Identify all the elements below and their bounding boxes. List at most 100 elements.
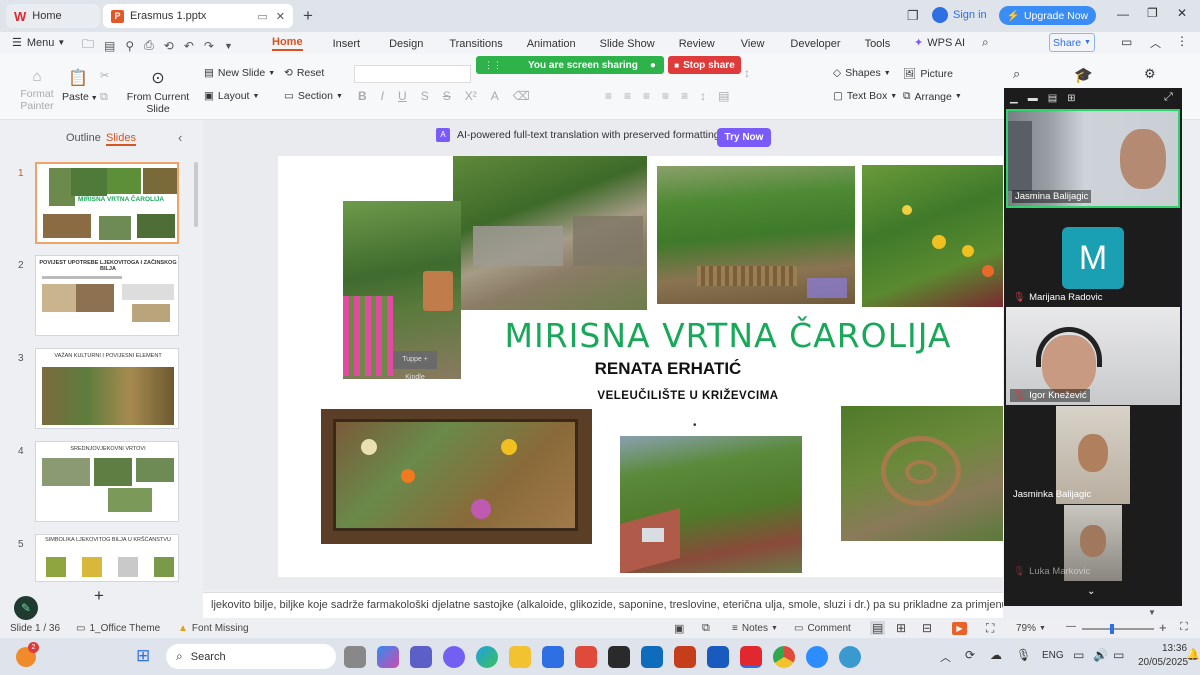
sort-icon[interactable]: ↕ [744, 66, 750, 80]
fit-icon[interactable]: ▣ [674, 622, 684, 635]
gmail-icon[interactable] [575, 646, 597, 668]
sign-in-button[interactable]: Sign in [932, 7, 987, 23]
participant-tile-5[interactable]: 🎙 Luka Markovic [1006, 505, 1180, 581]
tab-home[interactable]: Home [272, 36, 303, 51]
new-tab-icon[interactable]: + [303, 6, 313, 26]
highlight-icon[interactable]: ⌫ [513, 89, 530, 103]
restore-icon[interactable]: ❐ [1147, 6, 1158, 20]
gallery-view-icon[interactable]: ⊞ [1067, 93, 1075, 104]
shadow-icon[interactable]: S [421, 89, 429, 103]
tab-animation[interactable]: Animation [527, 38, 576, 50]
slide-thumbnail-1[interactable]: MIRISNA VRTNA ČAROLIJA [35, 162, 179, 244]
align-left-icon[interactable]: ≡ [605, 89, 612, 103]
powerpoint-icon[interactable] [674, 646, 696, 668]
comment-icon[interactable]: ▭ [1121, 35, 1132, 49]
layout-button[interactable]: ▣ Layout ▼ [204, 90, 259, 102]
panel-scrollbar[interactable] [194, 162, 198, 227]
volume-icon[interactable]: 🔊 [1093, 648, 1108, 662]
search-icon[interactable]: ⌕ [982, 35, 989, 50]
m365-icon[interactable] [608, 646, 630, 668]
file-explorer-icon[interactable] [509, 646, 531, 668]
viber-icon[interactable] [443, 646, 465, 668]
start-icon[interactable]: ⊞ [136, 646, 150, 666]
sync-icon[interactable]: ⟳ [965, 648, 975, 662]
reset-button[interactable]: ⟲ Reset [284, 67, 324, 79]
zoom-icon[interactable] [806, 646, 828, 668]
menu-button[interactable]: ☰ Menu ▼ [12, 36, 65, 50]
slideshow-play-icon[interactable]: ▶ [952, 622, 967, 635]
justify-icon[interactable]: ≡ [662, 89, 669, 103]
zoom-out-icon[interactable]: — [1066, 621, 1076, 632]
text-box-align-icon[interactable]: ▤ [718, 89, 729, 103]
tab-design[interactable]: Design [389, 38, 423, 50]
edge-icon[interactable] [476, 646, 498, 668]
close-window-icon[interactable]: ✕ [1177, 6, 1187, 20]
add-slide-icon[interactable]: + [94, 586, 104, 606]
file-tab[interactable]: P Erasmus 1.pptx ▭ ✕ [103, 4, 293, 28]
line-spacing-icon[interactable]: ↕ [700, 89, 706, 103]
font-color-icon[interactable]: A [491, 89, 499, 103]
notification-bell-icon[interactable]: 🔔 [1186, 648, 1200, 661]
paste-button[interactable]: 📋 Paste ▼ [62, 68, 98, 103]
arrange-button[interactable]: ⧉ Arrange ▼ [903, 90, 962, 103]
minimize-icon[interactable]: ▁ [1010, 93, 1018, 104]
language-indicator[interactable]: ENG [1042, 650, 1064, 661]
comment-toggle-button[interactable]: ▭ Comment [794, 623, 851, 634]
find-icon[interactable]: ⌕ [1013, 66, 1020, 82]
zoom-in-icon[interactable]: + [1159, 620, 1167, 635]
align-right-icon[interactable]: ≡ [643, 89, 650, 103]
link-icon[interactable]: ⚲ [125, 39, 134, 53]
participant-tile-1[interactable]: Jasmina Balijagic [1006, 109, 1180, 208]
tab-insert[interactable]: Insert [333, 38, 361, 50]
font-missing-indicator[interactable]: ▲ Font Missing [178, 623, 249, 634]
teams-icon[interactable] [410, 646, 432, 668]
wps-ai-button[interactable]: ✦ WPS AI [914, 36, 965, 50]
export-icon[interactable]: ⟲ [164, 39, 174, 53]
tab-tools[interactable]: Tools [865, 38, 891, 50]
from-current-slide-button[interactable]: ⊙ From Current Slide [126, 68, 190, 115]
tray-expand-icon[interactable]: ︿ [940, 649, 951, 665]
microphone-icon[interactable]: 🎙 [1016, 648, 1031, 662]
thumbnail-view-icon[interactable]: ▬ [1028, 93, 1038, 104]
slide-thumbnail-5[interactable]: SIMBOLIKA LJEKOVITOG BILJA U KRŠĆANSTVU [35, 534, 179, 582]
upgrade-now-button[interactable]: ⚡ Upgrade Now [999, 6, 1096, 25]
print-icon[interactable]: ⎙ [144, 38, 154, 53]
collapse-panel-icon[interactable]: ‹ [178, 130, 182, 145]
tab-slide-show[interactable]: Slide Show [600, 38, 655, 50]
weather-widget[interactable]: 2 [16, 642, 39, 667]
speaker-notes[interactable]: ljekovito bilje, biljke koje sadrže farm… [203, 592, 1003, 618]
theme-indicator[interactable]: ▭ 1_Office Theme [76, 623, 160, 634]
zoom-slider[interactable] [1082, 624, 1154, 634]
fullscreen-icon[interactable]: ⛶ [1180, 621, 1188, 634]
normal-view-icon[interactable]: ▤ [870, 621, 886, 635]
home-tab[interactable]: W Home [6, 4, 100, 28]
minimize-icon[interactable]: — [1117, 7, 1129, 21]
text-box-button[interactable]: ▢ Text Box ▼ [833, 90, 897, 102]
open-folder-icon[interactable]: 🗀 [82, 35, 94, 56]
fit-window-icon[interactable]: ⛶ [986, 621, 994, 636]
notes-toggle-button[interactable]: ≡ Notes ▼ [732, 623, 778, 634]
notes-scroll-up-icon[interactable]: ▼ [1148, 608, 1156, 617]
clock-date[interactable]: 20/05/2025 [1138, 657, 1188, 668]
speaker-view-icon[interactable]: ▤ [1048, 93, 1057, 104]
participant-tile-2[interactable]: M 🎙 Marijana Radovic [1006, 209, 1180, 307]
reading-view-icon[interactable]: ⊟ [922, 621, 932, 635]
window-layout-icon[interactable]: ❐ [907, 8, 919, 24]
wps-icon[interactable] [740, 646, 762, 668]
taskbar-search[interactable]: ⌕ Search [166, 644, 336, 669]
tab-view[interactable]: View [741, 38, 765, 50]
try-now-button[interactable]: Try Now [717, 128, 771, 147]
browser-icon[interactable] [839, 646, 861, 668]
bold-icon[interactable]: B [358, 89, 367, 103]
copy-icon[interactable]: ⧉ [100, 87, 109, 108]
zoom-level-select[interactable]: 79% ▼ [1016, 623, 1046, 634]
chrome-icon[interactable] [773, 646, 795, 668]
zoom-slider-thumb[interactable] [1110, 624, 1114, 634]
more-options-icon[interactable]: ⋮ [1176, 34, 1188, 48]
clock-time[interactable]: 13:36 [1162, 643, 1187, 654]
superscript-icon[interactable]: X² [465, 89, 477, 103]
underline-icon[interactable]: U [398, 89, 407, 103]
tools-icon[interactable]: ⚙ [1144, 66, 1156, 82]
expand-icon[interactable]: ⤢ [1164, 91, 1173, 104]
cut-icon[interactable]: ✂ [100, 66, 109, 87]
